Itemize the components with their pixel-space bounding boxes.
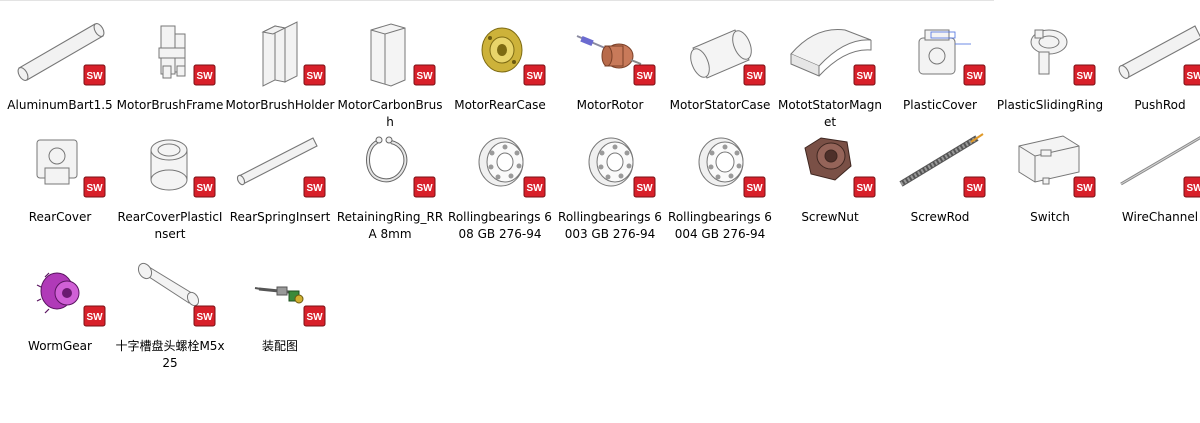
file-name: ScrewNut	[801, 210, 859, 224]
file-name: AluminumBart1.5	[7, 98, 113, 112]
file-item-motor-brush-holder[interactable]: SW MotorBrushHolder	[225, 8, 335, 128]
file-name: 装配图	[261, 339, 298, 353]
solidworks-badge-icon: SW	[83, 176, 106, 198]
top-divider	[0, 0, 994, 1]
file-item-bearing-608[interactable]: SW Rollingbearings 608 GB 276-94	[445, 120, 555, 241]
file-item-screw-rod[interactable]: SW ScrewRod	[885, 120, 995, 240]
svg-text:SW: SW	[86, 312, 103, 323]
file-item-worm-gear[interactable]: SW WormGear	[5, 249, 115, 369]
solidworks-badge-icon: SW	[1073, 176, 1096, 198]
svg-text:SW: SW	[636, 183, 653, 194]
file-name: 十字槽盘头螺栓M5x25	[115, 339, 225, 370]
solidworks-badge-icon: SW	[853, 64, 876, 86]
solidworks-badge-icon: SW	[413, 176, 436, 198]
svg-text:SW: SW	[196, 183, 213, 194]
file-item-screw-nut[interactable]: SW ScrewNut	[775, 120, 885, 240]
file-item-motor-stator-case[interactable]: SW MotorStatorCase	[665, 8, 775, 128]
file-name: MotorBrushHolder	[225, 98, 335, 112]
file-item-push-rod[interactable]: SW PushRod	[1105, 8, 1200, 128]
file-item-plastic-cover[interactable]: SW PlasticCover	[885, 8, 995, 128]
file-name: RetainingRing_RRA 8mm	[336, 210, 444, 241]
file-name: WireChannel	[1121, 210, 1199, 224]
file-name: PlasticCover	[903, 98, 977, 112]
solidworks-badge-icon: SW	[83, 64, 106, 86]
solidworks-badge-icon: SW	[303, 176, 326, 198]
solidworks-badge-icon: SW	[743, 176, 766, 198]
solidworks-badge-icon: SW	[303, 305, 326, 327]
svg-text:SW: SW	[306, 71, 323, 82]
file-item-pan-head-bolt[interactable]: SW 十字槽盘头螺栓M5x25	[115, 249, 225, 370]
svg-text:SW: SW	[86, 183, 103, 194]
svg-text:SW: SW	[306, 312, 323, 323]
solidworks-badge-icon: SW	[1073, 64, 1096, 86]
file-item-rear-spring-insert[interactable]: SW RearSpringInsert	[225, 120, 335, 240]
file-item-rear-cover-plastic-insert[interactable]: SW RearCoverPlasticInsert	[115, 120, 225, 241]
svg-text:SW: SW	[526, 71, 543, 82]
svg-text:SW: SW	[1186, 71, 1200, 82]
solidworks-badge-icon: SW	[193, 305, 216, 327]
solidworks-badge-icon: SW	[83, 305, 106, 327]
file-name: MotorBrushFrame	[116, 98, 224, 112]
svg-text:SW: SW	[746, 71, 763, 82]
solidworks-badge-icon: SW	[743, 64, 766, 86]
file-item-motor-carbon-brush[interactable]: SW MotorCarbonBrush	[335, 8, 445, 129]
file-item-aluminum-bar[interactable]: SW AluminumBart1.5	[5, 8, 115, 128]
svg-text:SW: SW	[196, 71, 213, 82]
file-name: RearCover	[28, 210, 92, 224]
file-name: RearCoverPlasticInsert	[117, 210, 223, 241]
file-item-plastic-sliding-ring[interactable]: SW PlasticSlidingRing	[995, 8, 1105, 128]
file-name: PushRod	[1134, 98, 1186, 112]
solidworks-badge-icon: SW	[1183, 64, 1200, 86]
svg-text:SW: SW	[856, 183, 873, 194]
file-item-rear-cover[interactable]: SW RearCover	[5, 120, 115, 240]
solidworks-badge-icon: SW	[963, 64, 986, 86]
file-name: ScrewRod	[910, 210, 970, 224]
solidworks-badge-icon: SW	[413, 64, 436, 86]
file-item-motot-stator-magnet[interactable]: SW MototStatorMagnet	[775, 8, 885, 129]
solidworks-badge-icon: SW	[633, 64, 656, 86]
solidworks-badge-icon: SW	[963, 176, 986, 198]
svg-text:SW: SW	[86, 71, 103, 82]
svg-text:SW: SW	[856, 71, 873, 82]
file-name: WormGear	[28, 339, 92, 353]
svg-text:SW: SW	[966, 71, 983, 82]
file-name: MotorRotor	[576, 98, 644, 112]
file-name: MotorRearCase	[454, 98, 546, 112]
solidworks-badge-icon: SW	[523, 176, 546, 198]
svg-text:SW: SW	[416, 71, 433, 82]
solidworks-badge-icon: SW	[1183, 176, 1200, 198]
svg-text:SW: SW	[636, 71, 653, 82]
file-item-assembly[interactable]: SW 装配图	[225, 249, 335, 369]
file-item-bearing-6004[interactable]: SW Rollingbearings 6004 GB 276-94	[665, 120, 775, 241]
file-item-bearing-6003[interactable]: SW Rollingbearings 6003 GB 276-94	[555, 120, 665, 241]
svg-text:SW: SW	[196, 312, 213, 323]
solidworks-badge-icon: SW	[523, 64, 546, 86]
file-item-motor-brush-frame[interactable]: SW MotorBrushFrame	[115, 8, 225, 128]
file-item-motor-rotor[interactable]: SW MotorRotor	[555, 8, 665, 128]
svg-text:SW: SW	[746, 183, 763, 194]
file-name: Rollingbearings 6004 GB 276-94	[668, 210, 772, 241]
solidworks-badge-icon: SW	[853, 176, 876, 198]
file-name: Rollingbearings 6003 GB 276-94	[558, 210, 662, 241]
solidworks-badge-icon: SW	[193, 176, 216, 198]
svg-text:SW: SW	[1076, 71, 1093, 82]
file-item-motor-rear-case[interactable]: SW MotorRearCase	[445, 8, 555, 128]
solidworks-badge-icon: SW	[633, 176, 656, 198]
file-item-wire-channel[interactable]: SW WireChannel	[1105, 120, 1200, 240]
svg-text:SW: SW	[966, 183, 983, 194]
svg-text:SW: SW	[526, 183, 543, 194]
file-name: Switch	[1030, 210, 1070, 224]
svg-text:SW: SW	[416, 183, 433, 194]
svg-text:SW: SW	[306, 183, 323, 194]
svg-text:SW: SW	[1076, 183, 1093, 194]
solidworks-badge-icon: SW	[303, 64, 326, 86]
file-name: Rollingbearings 608 GB 276-94	[448, 210, 552, 241]
solidworks-badge-icon: SW	[193, 64, 216, 86]
svg-text:SW: SW	[1186, 183, 1200, 194]
file-name: RearSpringInsert	[229, 210, 331, 224]
file-item-retaining-ring[interactable]: SW RetainingRing_RRA 8mm	[335, 120, 445, 241]
file-name: PlasticSlidingRing	[996, 98, 1104, 112]
file-item-switch[interactable]: SW Switch	[995, 120, 1105, 240]
file-name: MotorStatorCase	[669, 98, 771, 112]
